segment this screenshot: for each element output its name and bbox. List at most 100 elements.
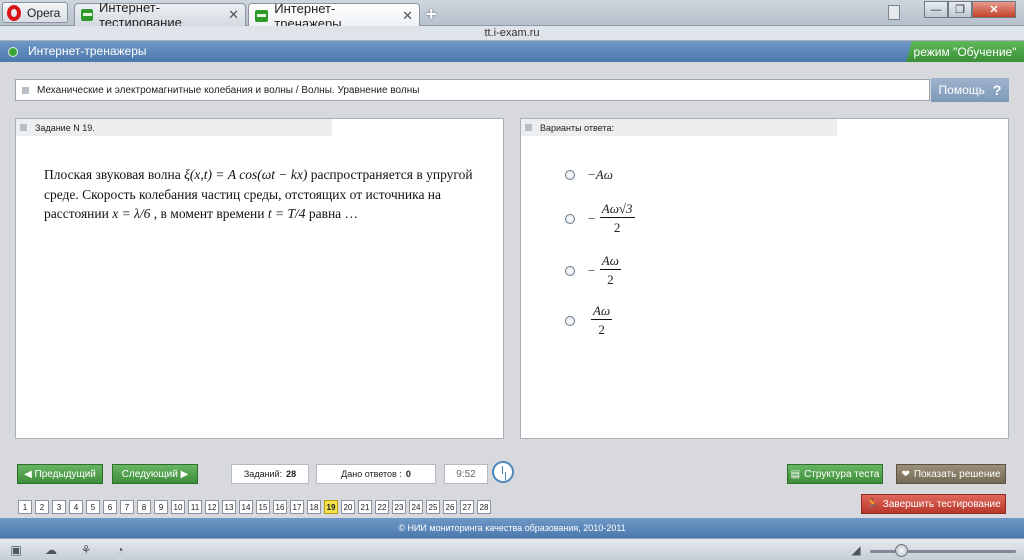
timer: 9:52 xyxy=(444,464,488,484)
answer-option-3[interactable]: − Aω 2 xyxy=(565,253,621,288)
zoom-slider-handle[interactable] xyxy=(895,544,908,557)
help-label: Помощь xyxy=(938,83,985,97)
page-button[interactable]: 24 xyxy=(409,500,423,514)
fraction-denominator: 2 xyxy=(613,220,621,235)
page-button[interactable]: 28 xyxy=(477,500,491,514)
wave-equation: ξ(x,t) = A cos(ωt − kx) xyxy=(184,167,308,182)
time-condition: t = T/4 xyxy=(267,206,306,221)
arrow-right-icon: ▶ xyxy=(177,468,189,480)
show-solution-button[interactable]: ❤ Показать решение xyxy=(896,464,1006,484)
tab-close-icon[interactable]: ✕ xyxy=(402,8,413,24)
answer-option-2[interactable]: − Aω√3 2 xyxy=(565,201,635,236)
page-button[interactable]: 1 xyxy=(18,500,32,514)
page-button[interactable]: 14 xyxy=(239,500,253,514)
fraction-denominator: 2 xyxy=(598,322,605,337)
page-button[interactable]: 18 xyxy=(307,500,321,514)
tab-internet-trainers[interactable]: Интернет-тренажеры ✕ xyxy=(248,1,420,31)
address-bar[interactable]: tt.i-exam.ru xyxy=(0,26,1024,41)
answers-panel: Варианты ответа: − Aω − Aω√3 2 − Aω 2 Aω… xyxy=(520,118,1009,439)
page-button[interactable]: 23 xyxy=(392,500,406,514)
page-button[interactable]: 3 xyxy=(52,500,66,514)
restore-button[interactable]: ❐ xyxy=(948,1,972,18)
close-window-button[interactable]: ✕ xyxy=(972,1,1016,18)
cloud-icon[interactable]: ☁ xyxy=(43,543,59,557)
answered-count: 0 xyxy=(405,469,411,479)
zoom-slider[interactable] xyxy=(870,550,1016,553)
tasks-label: Заданий: xyxy=(243,469,283,479)
heart-icon: ❤ xyxy=(901,468,910,480)
radio-button[interactable] xyxy=(565,265,575,276)
bullet-icon xyxy=(525,124,532,131)
page-button[interactable]: 15 xyxy=(256,500,270,514)
page-button[interactable]: 9 xyxy=(154,500,168,514)
opera-menu-button[interactable]: Opera xyxy=(2,2,68,23)
breadcrumb: Механические и электромагнитные колебани… xyxy=(15,79,930,101)
answer-sign: − xyxy=(587,262,596,278)
panel-toggle-icon[interactable]: ▣ xyxy=(8,543,24,557)
show-solution-label: Показать решение xyxy=(913,468,1001,480)
page-button[interactable]: 10 xyxy=(171,500,185,514)
page-button[interactable]: 2 xyxy=(35,500,49,514)
page-button[interactable]: 12 xyxy=(205,500,219,514)
zoom-icon[interactable]: ◢ xyxy=(848,543,864,557)
page-button[interactable]: 8 xyxy=(137,500,151,514)
new-tab-button[interactable]: + xyxy=(426,4,437,25)
tab-internet-testing[interactable]: Интернет-тестирование ✕ xyxy=(74,0,246,30)
answered-label: Дано ответов : xyxy=(341,469,402,479)
task-panel-header: Задание N 19. xyxy=(16,119,332,136)
share-icon[interactable]: ⚘ xyxy=(78,543,94,557)
page-button[interactable]: 11 xyxy=(188,500,202,514)
mode-badge: режим "Обучение" xyxy=(906,41,1024,62)
finish-test-button[interactable]: 🏃 Завершить тестирование xyxy=(861,494,1006,514)
answer-sign: − xyxy=(587,167,596,182)
help-button[interactable]: Помощь ? xyxy=(931,78,1009,102)
page-button[interactable]: 26 xyxy=(443,500,457,514)
minimize-button[interactable]: — xyxy=(924,1,948,18)
page-button[interactable]: 20 xyxy=(341,500,355,514)
page-button[interactable]: 7 xyxy=(120,500,134,514)
finish-label: Завершить тестирование xyxy=(882,498,1001,510)
fraction-numerator: Aω xyxy=(591,303,613,320)
answer-option-1[interactable]: − Aω xyxy=(565,167,613,183)
clock-icon xyxy=(492,461,514,483)
page-button[interactable]: 22 xyxy=(375,500,389,514)
page-button[interactable]: 4 xyxy=(69,500,83,514)
app-header: Интернет-тренажеры режим "Обучение" xyxy=(0,41,1024,62)
tasks-count-box: Заданий: 28 xyxy=(231,464,309,484)
page-button[interactable]: 6 xyxy=(103,500,117,514)
footer-copyright: © НИИ мониторинга качества образования, … xyxy=(0,518,1024,538)
page-button[interactable]: 17 xyxy=(290,500,304,514)
radio-button[interactable] xyxy=(565,315,575,326)
radio-button[interactable] xyxy=(565,170,575,180)
page-button[interactable]: 5 xyxy=(86,500,100,514)
page-button[interactable]: 25 xyxy=(426,500,440,514)
answers-header-label: Варианты ответа: xyxy=(540,122,614,133)
trash-icon[interactable] xyxy=(888,5,900,20)
task-number: Задание N 19. xyxy=(35,122,95,133)
breadcrumb-text: Механические и электромагнитные колебани… xyxy=(37,84,420,96)
answer-value: Aω xyxy=(595,167,613,182)
page-button[interactable]: 16 xyxy=(273,500,287,514)
page-button[interactable]: 27 xyxy=(460,500,474,514)
tab-favicon-icon xyxy=(81,9,93,21)
test-structure-button[interactable]: ▤ Структура теста xyxy=(787,464,883,484)
answered-count-box: Дано ответов : 0 xyxy=(316,464,436,484)
answer-sign: − xyxy=(587,210,596,226)
app-title: Интернет-тренажеры xyxy=(28,44,147,58)
tasks-count: 28 xyxy=(286,469,297,479)
next-button[interactable]: Следующий ▶ xyxy=(112,464,198,484)
prev-label: Предыдущий xyxy=(34,468,96,480)
tab-close-icon[interactable]: ✕ xyxy=(228,7,239,23)
page-button[interactable]: 13 xyxy=(222,500,236,514)
radio-button[interactable] xyxy=(565,213,575,224)
answer-option-4[interactable]: Aω 2 xyxy=(565,303,613,338)
task-text-part: равна … xyxy=(305,206,359,221)
answer-fraction: Aω 2 xyxy=(599,253,621,288)
page-button[interactable]: 19 xyxy=(324,500,338,514)
speed-dial-icon[interactable]: ◔ xyxy=(112,543,128,557)
fraction-numerator: Aω xyxy=(599,253,621,270)
fraction-numerator: Aω√3 xyxy=(599,201,635,218)
runner-icon: 🏃 xyxy=(866,498,879,510)
page-button[interactable]: 21 xyxy=(358,500,372,514)
prev-button[interactable]: ◀ Предыдущий xyxy=(17,464,103,484)
